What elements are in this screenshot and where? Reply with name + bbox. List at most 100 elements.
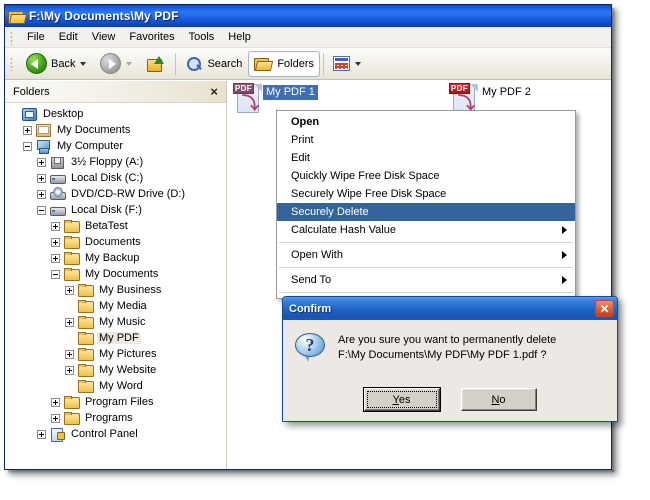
views-icon	[333, 56, 350, 71]
tree-item-dvd-cd-rw-drive-d[interactable]: DVD/CD-RW Drive (D:)	[5, 186, 226, 202]
tree-item-programs[interactable]: Programs	[5, 410, 226, 426]
yes-button-label: Yes	[393, 394, 411, 406]
tree-item-local-disk-c[interactable]: Local Disk (C:)	[5, 170, 226, 186]
folder-icon	[77, 283, 94, 297]
expand-icon[interactable]	[51, 414, 60, 423]
tree-item-program-files[interactable]: Program Files	[5, 394, 226, 410]
expand-icon[interactable]	[65, 350, 74, 359]
submenu-arrow-icon	[562, 251, 567, 259]
expand-icon[interactable]	[23, 126, 32, 135]
menu-edit[interactable]: Edit	[52, 29, 85, 46]
folder-icon	[77, 347, 94, 361]
context-menu[interactable]: Open Print EditQuickly Wipe Free Disk Spac…	[276, 110, 576, 299]
context-menu-item-open-with[interactable]: Open With	[277, 246, 575, 264]
folder-tree[interactable]: DesktopMy DocumentsMy Computer3½ Floppy …	[5, 103, 226, 469]
expand-icon[interactable]	[37, 174, 46, 183]
tree-item-my-documents[interactable]: My Documents	[5, 122, 226, 138]
context-menu-item-print[interactable]: Print	[277, 131, 575, 149]
folder-icon	[63, 219, 80, 233]
folder-icon	[77, 299, 94, 313]
file-name-label: My PDF 1	[263, 85, 318, 100]
folders-pane: Folders × DesktopMy DocumentsMy Computer…	[5, 81, 227, 469]
menu-file[interactable]: File	[20, 29, 52, 46]
folder-icon	[63, 395, 80, 409]
tree-item-documents[interactable]: Documents	[5, 234, 226, 250]
expand-icon[interactable]	[51, 254, 60, 263]
tree-item-betatest[interactable]: BetaTest	[5, 218, 226, 234]
expand-icon[interactable]	[51, 398, 60, 407]
context-menu-item-calculate-hash-value[interactable]: Calculate Hash Value	[277, 221, 575, 239]
folder-icon	[63, 267, 80, 281]
context-menu-item-edit[interactable]: Edit	[277, 149, 575, 167]
context-menu-item-label: Open With	[291, 249, 343, 261]
menubar-grip[interactable]	[9, 30, 16, 45]
no-button[interactable]: No	[461, 388, 537, 411]
expand-icon[interactable]	[51, 238, 60, 247]
tree-item-3-floppy-a[interactable]: 3½ Floppy (A:)	[5, 154, 226, 170]
tree-spacer	[65, 302, 74, 311]
yes-button[interactable]: Yes	[364, 388, 440, 411]
no-button-label: No	[491, 394, 505, 406]
pdf-badge-label: PDF	[449, 83, 470, 94]
tree-item-label: Programs	[83, 412, 135, 424]
folders-icon	[254, 56, 273, 72]
expand-icon[interactable]	[37, 190, 46, 199]
up-one-level-button[interactable]	[140, 51, 172, 77]
context-menu-item-quickly-wipe-free-disk-space[interactable]: Quickly Wipe Free Disk Space	[277, 167, 575, 185]
tree-item-my-website[interactable]: My Website	[5, 362, 226, 378]
tree-item-desktop[interactable]: Desktop	[5, 106, 226, 122]
folders-pane-title: Folders	[13, 86, 50, 98]
disk-icon	[49, 203, 66, 217]
close-icon[interactable]: ×	[208, 87, 220, 97]
tree-item-label: My Media	[97, 300, 149, 312]
folders-button[interactable]: Folders	[248, 51, 320, 77]
search-button[interactable]: Search	[179, 51, 248, 77]
context-menu-item-securely-delete[interactable]: Securely Delete	[277, 203, 575, 221]
menu-favorites[interactable]: Favorites	[122, 29, 181, 46]
magnifier-icon	[185, 55, 203, 73]
back-button[interactable]: Back	[20, 51, 94, 77]
tree-item-my-computer[interactable]: My Computer	[5, 138, 226, 154]
tree-item-local-disk-f[interactable]: Local Disk (F:)	[5, 202, 226, 218]
forward-button[interactable]	[94, 51, 140, 77]
question-mark-icon: ?	[295, 332, 327, 364]
back-dropdown-arrow-icon[interactable]	[80, 62, 86, 66]
folder-icon	[63, 411, 80, 425]
context-menu-item-securely-wipe-free-disk-space[interactable]: Securely Wipe Free Disk Space	[277, 185, 575, 203]
window-titlebar: F:\My Documents\My PDF	[5, 5, 611, 27]
expand-icon[interactable]	[65, 318, 74, 327]
tree-item-my-backup[interactable]: My Backup	[5, 250, 226, 266]
context-menu-item-open[interactable]: Open	[277, 113, 575, 131]
views-button[interactable]	[327, 51, 369, 77]
expand-icon[interactable]	[65, 286, 74, 295]
tree-item-my-pictures[interactable]: My Pictures	[5, 346, 226, 362]
tree-item-my-media[interactable]: My Media	[5, 298, 226, 314]
tree-item-my-music[interactable]: My Music	[5, 314, 226, 330]
views-dropdown-arrow-icon[interactable]	[355, 62, 361, 66]
folder-icon	[77, 331, 94, 345]
expand-icon[interactable]	[37, 430, 46, 439]
dialog-close-icon[interactable]: ✕	[595, 300, 614, 317]
expand-icon[interactable]	[65, 366, 74, 375]
collapse-icon[interactable]	[23, 142, 32, 151]
tree-item-my-documents[interactable]: My Documents	[5, 266, 226, 282]
forward-dropdown-arrow-icon[interactable]	[126, 62, 132, 66]
toolbar-grip[interactable]	[9, 56, 16, 71]
menu-view[interactable]: View	[85, 29, 123, 46]
tree-item-control-panel[interactable]: Control Panel	[5, 426, 226, 442]
context-menu-item-send-to[interactable]: Send To	[277, 271, 575, 289]
expand-icon[interactable]	[51, 222, 60, 231]
collapse-icon[interactable]	[51, 270, 60, 279]
tree-item-my-word[interactable]: My Word	[5, 378, 226, 394]
tree-item-my-business[interactable]: My Business	[5, 282, 226, 298]
menu-help[interactable]: Help	[221, 29, 258, 46]
expand-icon[interactable]	[37, 158, 46, 167]
tree-item-my-pdf[interactable]: My PDF	[5, 330, 226, 346]
dialog-message: Are you sure you want to permanently del…	[338, 332, 556, 386]
toolbar: Back Search Folders	[5, 48, 611, 80]
back-arrow-icon	[26, 53, 47, 74]
collapse-icon[interactable]	[37, 206, 46, 215]
tree-item-label: 3½ Floppy (A:)	[69, 156, 145, 168]
context-menu-item-label: Print	[291, 134, 314, 146]
menu-tools[interactable]: Tools	[182, 29, 222, 46]
